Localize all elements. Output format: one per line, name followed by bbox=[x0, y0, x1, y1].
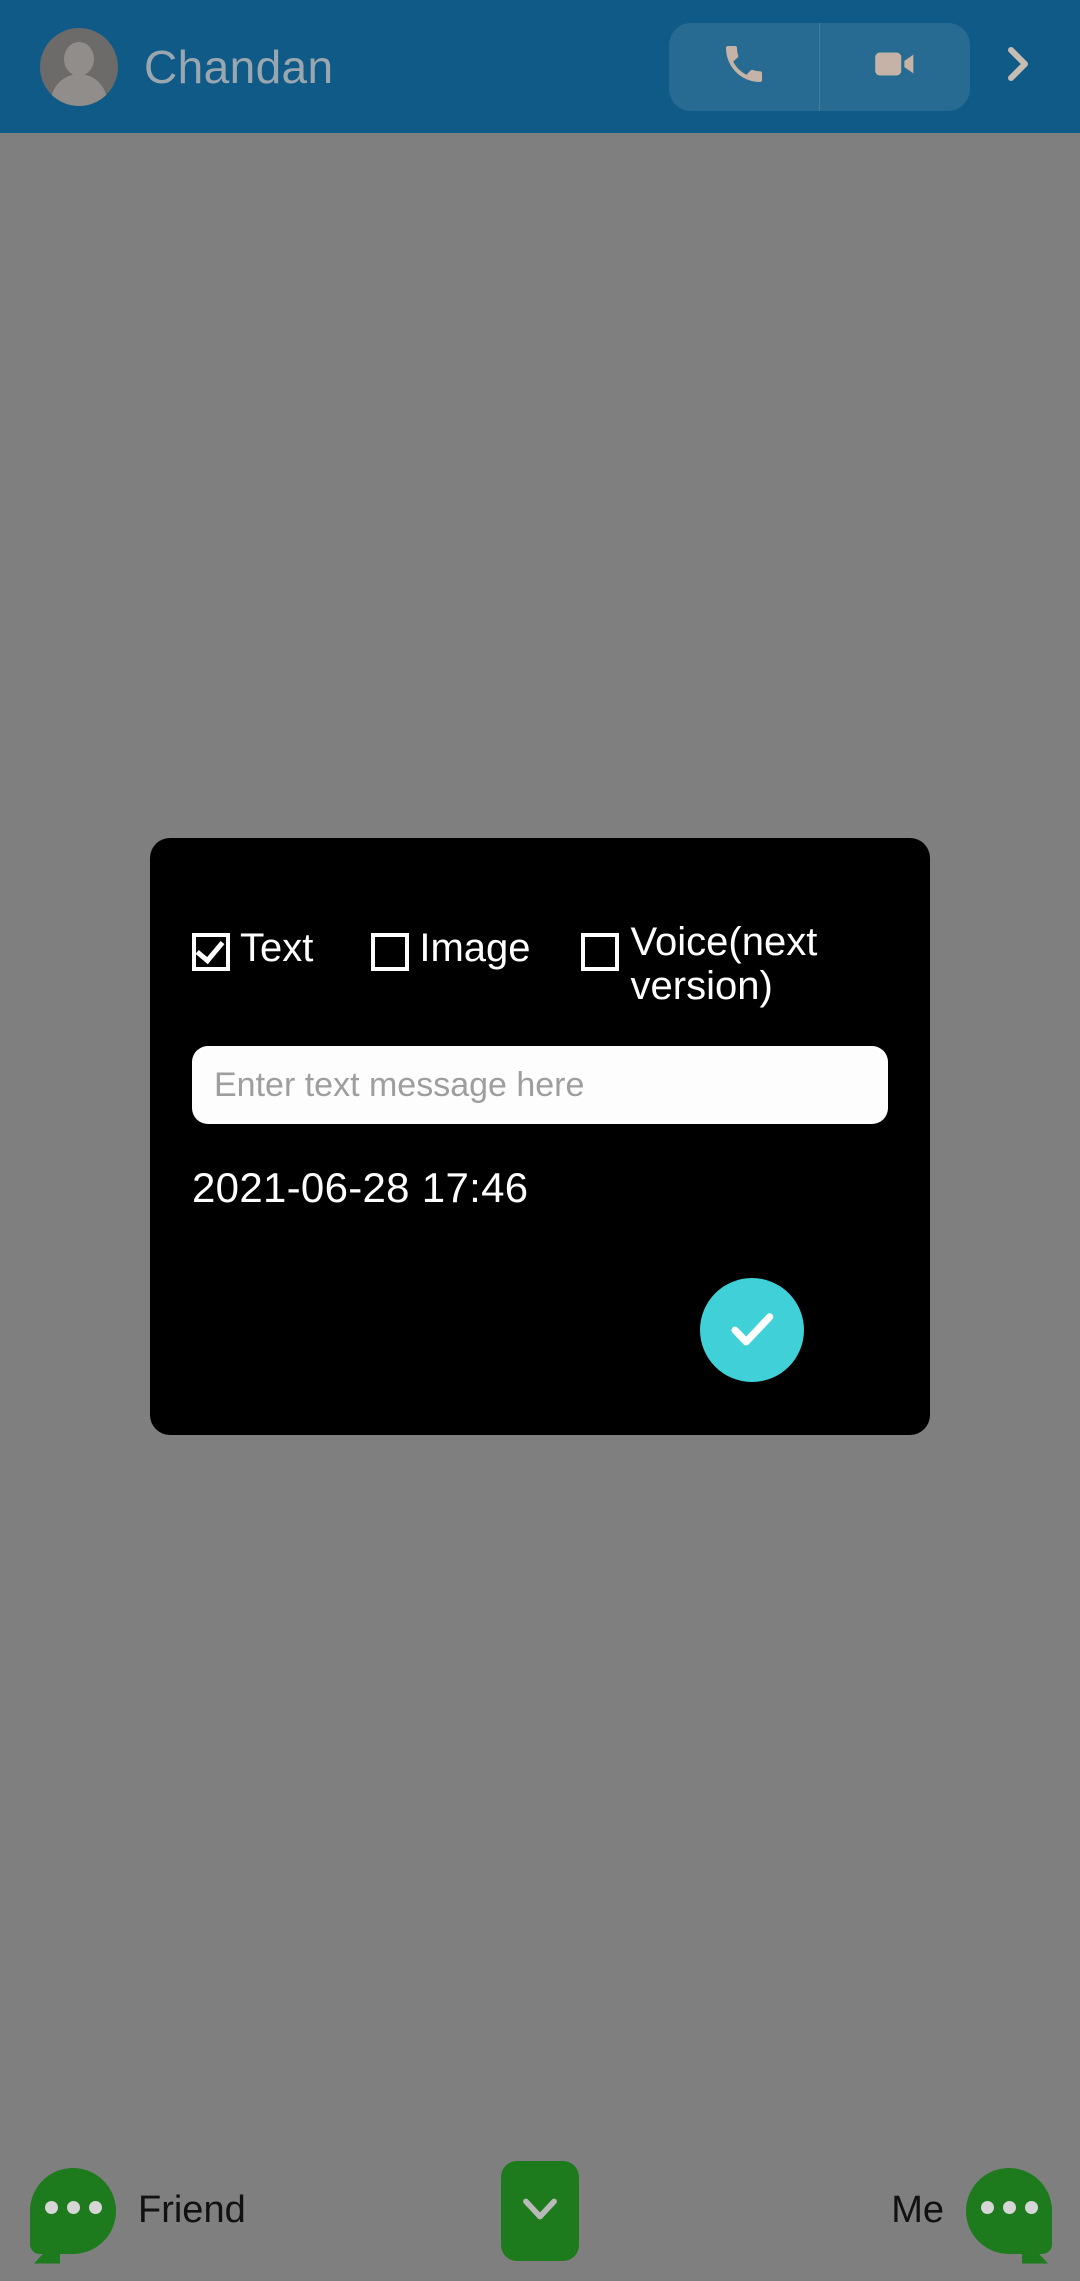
video-camera-icon bbox=[870, 39, 920, 94]
contact-name: Chandan bbox=[144, 40, 334, 93]
voice-call-button[interactable] bbox=[669, 23, 819, 111]
video-call-button[interactable] bbox=[820, 23, 970, 111]
option-image[interactable]: Image bbox=[371, 926, 531, 971]
scroll-down-group bbox=[501, 2160, 579, 2261]
friend-label: Friend bbox=[138, 2189, 246, 2231]
check-icon bbox=[195, 933, 225, 965]
confirm-button[interactable] bbox=[700, 1278, 804, 1382]
me-label: Me bbox=[891, 2189, 944, 2231]
check-icon bbox=[723, 1300, 781, 1361]
chat-bubble-icon bbox=[966, 2167, 1052, 2264]
friend-filter-button[interactable]: Friend bbox=[30, 2167, 246, 2264]
person-avatar-icon-head bbox=[64, 41, 94, 76]
message-input[interactable] bbox=[192, 1046, 888, 1124]
chevron-right-icon bbox=[993, 40, 1041, 93]
avatar[interactable] bbox=[40, 27, 118, 106]
option-text-label: Text bbox=[240, 926, 314, 970]
scroll-to-bottom-button[interactable] bbox=[501, 2160, 579, 2261]
compose-message-dialog: Text Image Voice(next version) 2021-06-2… bbox=[150, 838, 930, 1435]
option-text[interactable]: Text bbox=[192, 926, 313, 971]
call-actions-group bbox=[669, 22, 970, 111]
checkbox-voice[interactable] bbox=[580, 933, 619, 971]
message-type-options: Text Image Voice(next version) bbox=[192, 920, 900, 1008]
checkbox-text[interactable] bbox=[192, 933, 230, 971]
phone-icon bbox=[720, 40, 768, 93]
bottom-bar: Friend Me bbox=[0, 2140, 1080, 2281]
option-image-label: Image bbox=[419, 926, 531, 970]
option-voice[interactable]: Voice(next version) bbox=[580, 920, 817, 1008]
me-filter-button[interactable]: Me bbox=[891, 2167, 1052, 2264]
checkbox-image[interactable] bbox=[371, 933, 410, 971]
open-contact-details-button[interactable] bbox=[980, 23, 1054, 111]
option-voice-label: Voice(next version) bbox=[630, 920, 818, 1008]
app-header: Chandan bbox=[0, 0, 1080, 133]
chevron-down-icon bbox=[514, 2183, 566, 2238]
chat-bubble-dots bbox=[30, 2200, 116, 2214]
person-avatar-icon-body bbox=[51, 73, 107, 106]
chat-bubble-icon bbox=[30, 2167, 116, 2264]
timestamp-label: 2021-06-28 17:46 bbox=[192, 1164, 529, 1211]
chat-bubble-dots bbox=[966, 2200, 1052, 2214]
